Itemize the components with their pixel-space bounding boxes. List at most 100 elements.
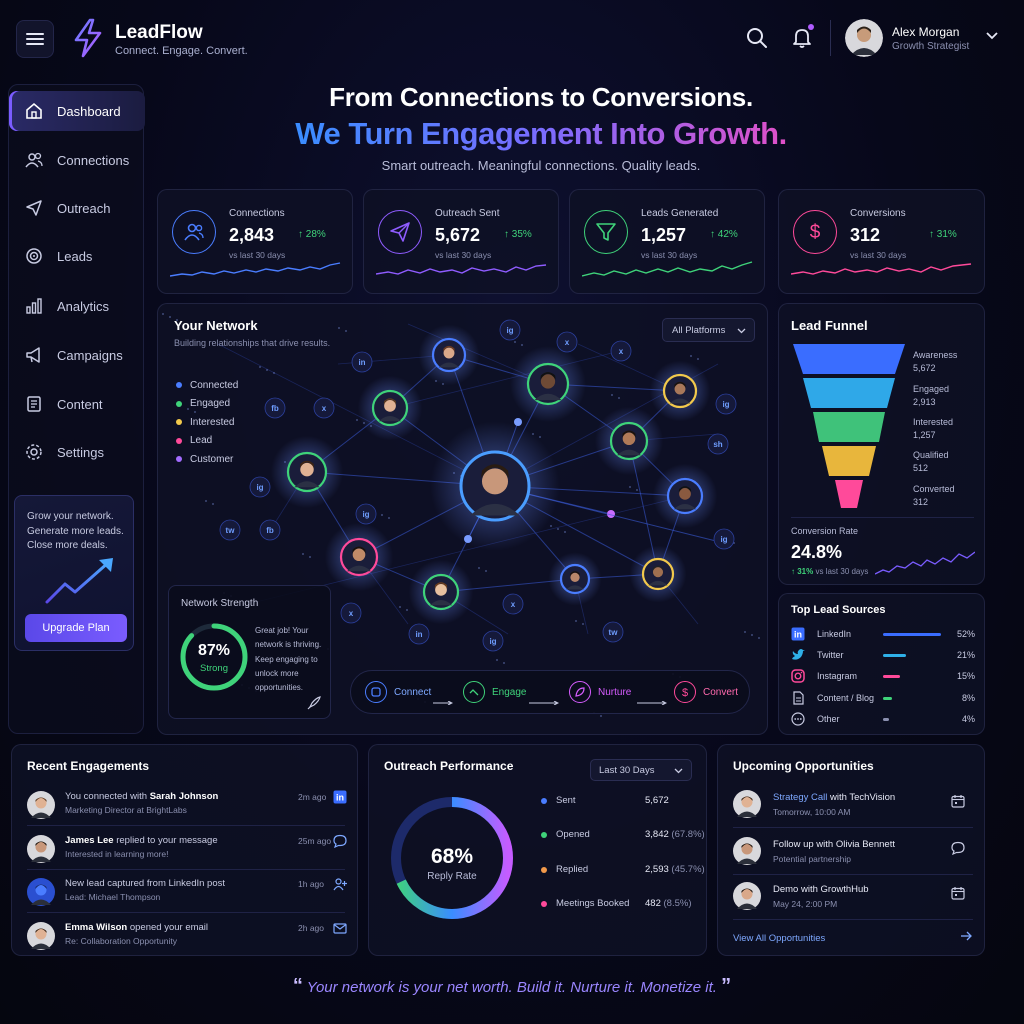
- calendar-icon[interactable]: [951, 886, 965, 905]
- engagement-row[interactable]: You connected with Sarah Johnson Marketin…: [27, 789, 347, 829]
- opportunity-row[interactable]: Demo with GrowthHub May 24, 2:00 PM: [733, 882, 973, 922]
- star-dot: [582, 623, 584, 625]
- add-user-icon[interactable]: [333, 877, 347, 896]
- funnel-label: Engaged 2,913: [913, 383, 949, 409]
- performance-number: 5,672: [645, 795, 669, 806]
- engagement-row[interactable]: James Lee replied to your message Interes…: [27, 833, 347, 873]
- calendar-icon[interactable]: [951, 794, 965, 813]
- arrow-right-icon[interactable]: [961, 931, 973, 941]
- chat-icon[interactable]: [333, 834, 347, 853]
- upgrade-plan-button[interactable]: Upgrade Plan: [25, 614, 127, 642]
- opportunity-row[interactable]: Strategy Call with TechVision Tomorrow, 1…: [733, 790, 973, 830]
- kpi-value: 5,672: [435, 225, 481, 245]
- funnel-stage-name: Engaged: [913, 384, 950, 394]
- strength-label: Strong: [200, 663, 228, 674]
- engagement-row[interactable]: New lead captured from LinkedIn post Lead…: [27, 876, 347, 916]
- social-node-glyph: ig: [362, 510, 369, 519]
- upcoming-opportunities-panel: Upcoming Opportunities Strategy Call wit…: [717, 744, 985, 956]
- kpi-icon-circle: [584, 210, 628, 254]
- arrow-right-icon: [433, 692, 454, 710]
- kpi-card-connections[interactable]: Connections 2,843 ↑ 28% vs last 30 days: [157, 189, 353, 294]
- kpi-sparkline: [376, 264, 547, 275]
- home-icon: [25, 102, 45, 120]
- engagement-row[interactable]: Emma Wilson opened your email Re: Collabo…: [27, 920, 347, 960]
- megaphone-icon: [25, 346, 45, 364]
- star-dot: [629, 486, 631, 488]
- funnel-label: Awareness 5,672: [913, 349, 957, 375]
- legend-label: Engaged: [190, 398, 231, 410]
- source-pct: 4%: [961, 714, 975, 724]
- arrow-right-icon: [529, 692, 560, 710]
- avatar-face: [622, 432, 636, 446]
- opportunity-subtext: Potential partnership: [773, 854, 851, 864]
- source-row[interactable]: Other 4%: [791, 712, 975, 726]
- mail-icon[interactable]: [333, 921, 347, 940]
- source-row[interactable]: in LinkedIn 52%: [791, 627, 975, 641]
- period-select[interactable]: Last 30 Days: [590, 759, 692, 781]
- star-dot: [345, 330, 347, 332]
- engagement-subtext: Marketing Director at BrightLabs: [65, 805, 187, 815]
- performance-percent: (8.5%): [660, 898, 692, 909]
- engagement-subtext: Re: Collaboration Opportunity: [65, 936, 177, 946]
- engagement-text: James Lee replied to your message: [65, 835, 218, 846]
- opportunity-highlight: Strategy Call: [773, 792, 828, 803]
- social-node-glyph: x: [349, 609, 354, 618]
- sidebar-item-settings[interactable]: Settings: [9, 432, 145, 472]
- chat-icon[interactable]: [951, 841, 965, 860]
- social-node-glyph: ig: [489, 637, 496, 646]
- chevron-down-icon[interactable]: [985, 31, 999, 41]
- sidebar-item-content[interactable]: Content: [9, 384, 145, 424]
- sidebar-item-outreach[interactable]: Outreach: [9, 188, 145, 228]
- linkedin-icon[interactable]: in: [333, 790, 347, 809]
- flow-step-convert[interactable]: $ Convert: [674, 681, 738, 703]
- funnel-stage-interested: [813, 412, 885, 442]
- hero-gradient-heading: We Turn Engagement Into Growth.: [58, 116, 1024, 152]
- engagement-text: You connected with Sarah Johnson: [65, 791, 218, 802]
- menu-button[interactable]: [16, 20, 54, 58]
- sidebar-item-campaigns[interactable]: Campaigns: [9, 335, 145, 375]
- performance-value: 482 (8.5%): [645, 898, 691, 909]
- social-node-glyph: ig: [506, 326, 513, 335]
- legend-item: Engaged: [176, 395, 238, 414]
- user-avatar[interactable]: [845, 19, 883, 57]
- avatar-face: [481, 468, 509, 495]
- flow-step-nurture[interactable]: Nurture: [569, 681, 631, 703]
- performance-dot: [541, 831, 547, 838]
- reply-rate-label: Reply Rate: [427, 871, 477, 882]
- kpi-card-outreach[interactable]: Outreach Sent 5,672 ↑ 35% vs last 30 day…: [363, 189, 559, 294]
- flow-step-connect[interactable]: Connect: [365, 681, 431, 703]
- hamburger-icon: [26, 32, 44, 46]
- opportunity-row[interactable]: Follow up with Olivia Bennett Potential p…: [733, 837, 973, 877]
- flow-step-engage[interactable]: Engage: [463, 681, 526, 703]
- divider: [733, 827, 973, 828]
- sidebar-item-leads[interactable]: Leads: [9, 236, 145, 276]
- lead-sources-panel: Top Lead Sources in LinkedIn 52% Twitter 21%…: [778, 593, 985, 735]
- recent-engagements-panel: Recent Engagements You connected with Sa…: [11, 744, 358, 956]
- view-all-link[interactable]: View All Opportunities: [733, 933, 825, 944]
- avatar-face: [300, 462, 314, 477]
- kpi-label: Leads Generated: [641, 208, 719, 219]
- hero-heading: From Connections to Conversions.: [329, 82, 753, 112]
- kpi-card-leads[interactable]: Leads Generated 1,257 ↑ 42% vs last 30 d…: [569, 189, 765, 294]
- source-row[interactable]: Twitter 21%: [791, 648, 975, 662]
- kpi-card-conversions[interactable]: $ Conversions 312 ↑ 31% vs last 30 days: [778, 189, 985, 294]
- source-row[interactable]: Content / Blog 8%: [791, 691, 975, 705]
- social-node-glyph: tw: [609, 628, 619, 637]
- divider: [27, 825, 345, 826]
- strength-text: Great job! Your network is thriving. Kee…: [255, 626, 322, 693]
- sidebar-item-analytics[interactable]: Analytics: [9, 286, 145, 326]
- legend-label: Customer: [190, 453, 234, 465]
- search-icon[interactable]: [746, 27, 768, 49]
- platform-select[interactable]: All Platforms: [662, 318, 755, 342]
- source-row[interactable]: Instagram 15%: [791, 669, 975, 683]
- performance-value: 2,593 (45.7%): [645, 864, 705, 875]
- conversion-rate-label: Conversion Rate: [791, 526, 859, 536]
- close-quote-icon: ”: [721, 975, 732, 997]
- source-name: Content / Blog: [817, 693, 875, 703]
- rocket-icon: [307, 696, 321, 710]
- svg-text:$: $: [810, 222, 821, 243]
- opportunity-subtext: Tomorrow, 10:00 AM: [773, 807, 851, 817]
- engagement-time: 2h ago: [298, 923, 324, 933]
- social-node-glyph: sh: [713, 440, 722, 449]
- avatar-face: [540, 374, 556, 389]
